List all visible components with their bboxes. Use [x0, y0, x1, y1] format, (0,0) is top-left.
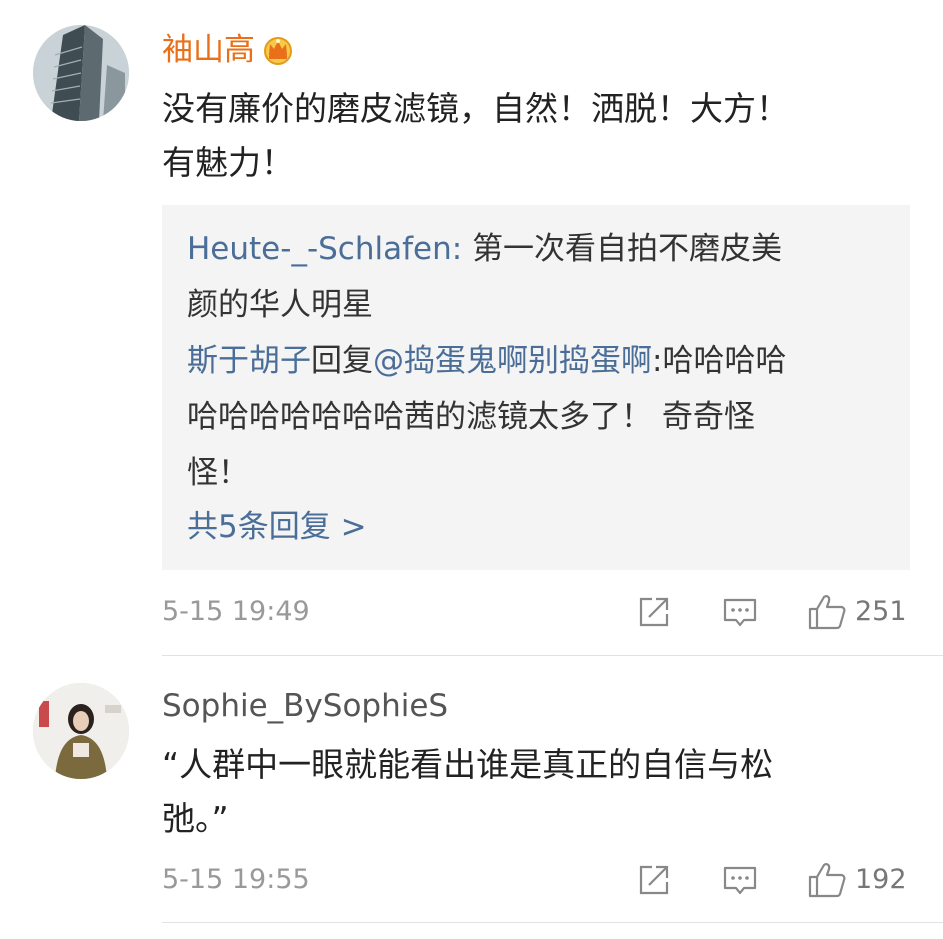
reply-author[interactable]: Heute-_-Schlafen [187, 231, 452, 267]
username-text[interactable]: 袖山高 [162, 32, 255, 68]
reply-mention[interactable]: @捣蛋鬼啊别捣蛋啊 [373, 343, 652, 379]
like-icon [808, 863, 846, 898]
person-photo-icon [33, 683, 129, 779]
reply-text: 颜的华人明星 [187, 287, 373, 323]
username[interactable]: 袖山高 [162, 30, 295, 75]
comment-icon [723, 866, 757, 895]
timestamp: 5-15 19:49 [162, 596, 310, 627]
reply-text: 第一次看自拍不磨皮美 [472, 231, 783, 267]
avatar[interactable] [33, 25, 129, 121]
vip-crown-icon [261, 35, 295, 75]
avatar[interactable] [33, 683, 129, 779]
reply-text: 哈哈哈哈哈哈哈茜的滤镜太多了！ 奇奇怪 [187, 399, 755, 435]
like-button[interactable]: 251 [807, 594, 907, 630]
like-icon [808, 595, 846, 630]
comment-text-line: 有魅力！ [162, 143, 294, 182]
share-icon [639, 597, 669, 627]
reply-text: 怪！ [187, 455, 249, 491]
building-photo-icon [33, 25, 129, 121]
username[interactable]: Sophie_BySophieS [162, 686, 448, 726]
share-button[interactable] [636, 594, 672, 630]
replies-box[interactable]: Heute-_-Schlafen: 第一次看自拍不磨皮美 颜的华人明星 斯于胡子… [162, 205, 910, 570]
comment-1: 袖山高 没有廉价的磨皮滤镜，自然！洒脱！大方！ 有魅力！ Heute-_-Sch… [0, 0, 943, 655]
reply-1[interactable]: Heute-_-Schlafen: 第一次看自拍不磨皮美 颜的华人明星 [187, 221, 887, 333]
reply-2[interactable]: 斯于胡子回复@捣蛋鬼啊别捣蛋啊:哈哈哈哈 哈哈哈哈哈哈哈茜的滤镜太多了！ 奇奇怪… [187, 333, 887, 501]
reply-separator: : [451, 231, 473, 267]
like-count: 192 [855, 864, 907, 895]
meta-row: 5-15 19:49 251 [162, 592, 910, 632]
more-replies-link[interactable]: 共5条回复 > [187, 507, 367, 547]
comment-text-line: “人群中一眼就能看出谁是真正的自信与松 [162, 745, 774, 784]
reply-text: 哈哈哈哈 [662, 343, 787, 379]
comment-text-line: 弛。” [162, 799, 229, 838]
comment-2: Sophie_BySophieS “人群中一眼就能看出谁是真正的自信与松 弛。”… [0, 656, 943, 926]
like-button[interactable]: 192 [807, 862, 907, 898]
divider [162, 922, 943, 923]
comment-button[interactable] [722, 594, 758, 630]
comment-button[interactable] [722, 862, 758, 898]
share-icon [639, 865, 669, 895]
like-count: 251 [855, 596, 907, 627]
comment-text: 没有廉价的磨皮滤镜，自然！洒脱！大方！ 有魅力！ [162, 82, 882, 190]
reply-author[interactable]: 斯于胡子 [187, 343, 311, 379]
timestamp: 5-15 19:55 [162, 864, 310, 895]
share-button[interactable] [636, 862, 672, 898]
reply-separator: : [652, 343, 663, 379]
comment-text: “人群中一眼就能看出谁是真正的自信与松 弛。” [162, 738, 882, 846]
comment-text-line: 没有廉价的磨皮滤镜，自然！洒脱！大方！ [162, 89, 789, 128]
reply-word: 回复 [311, 343, 373, 379]
meta-row: 5-15 19:55 192 [162, 860, 910, 900]
comment-icon [723, 598, 757, 627]
